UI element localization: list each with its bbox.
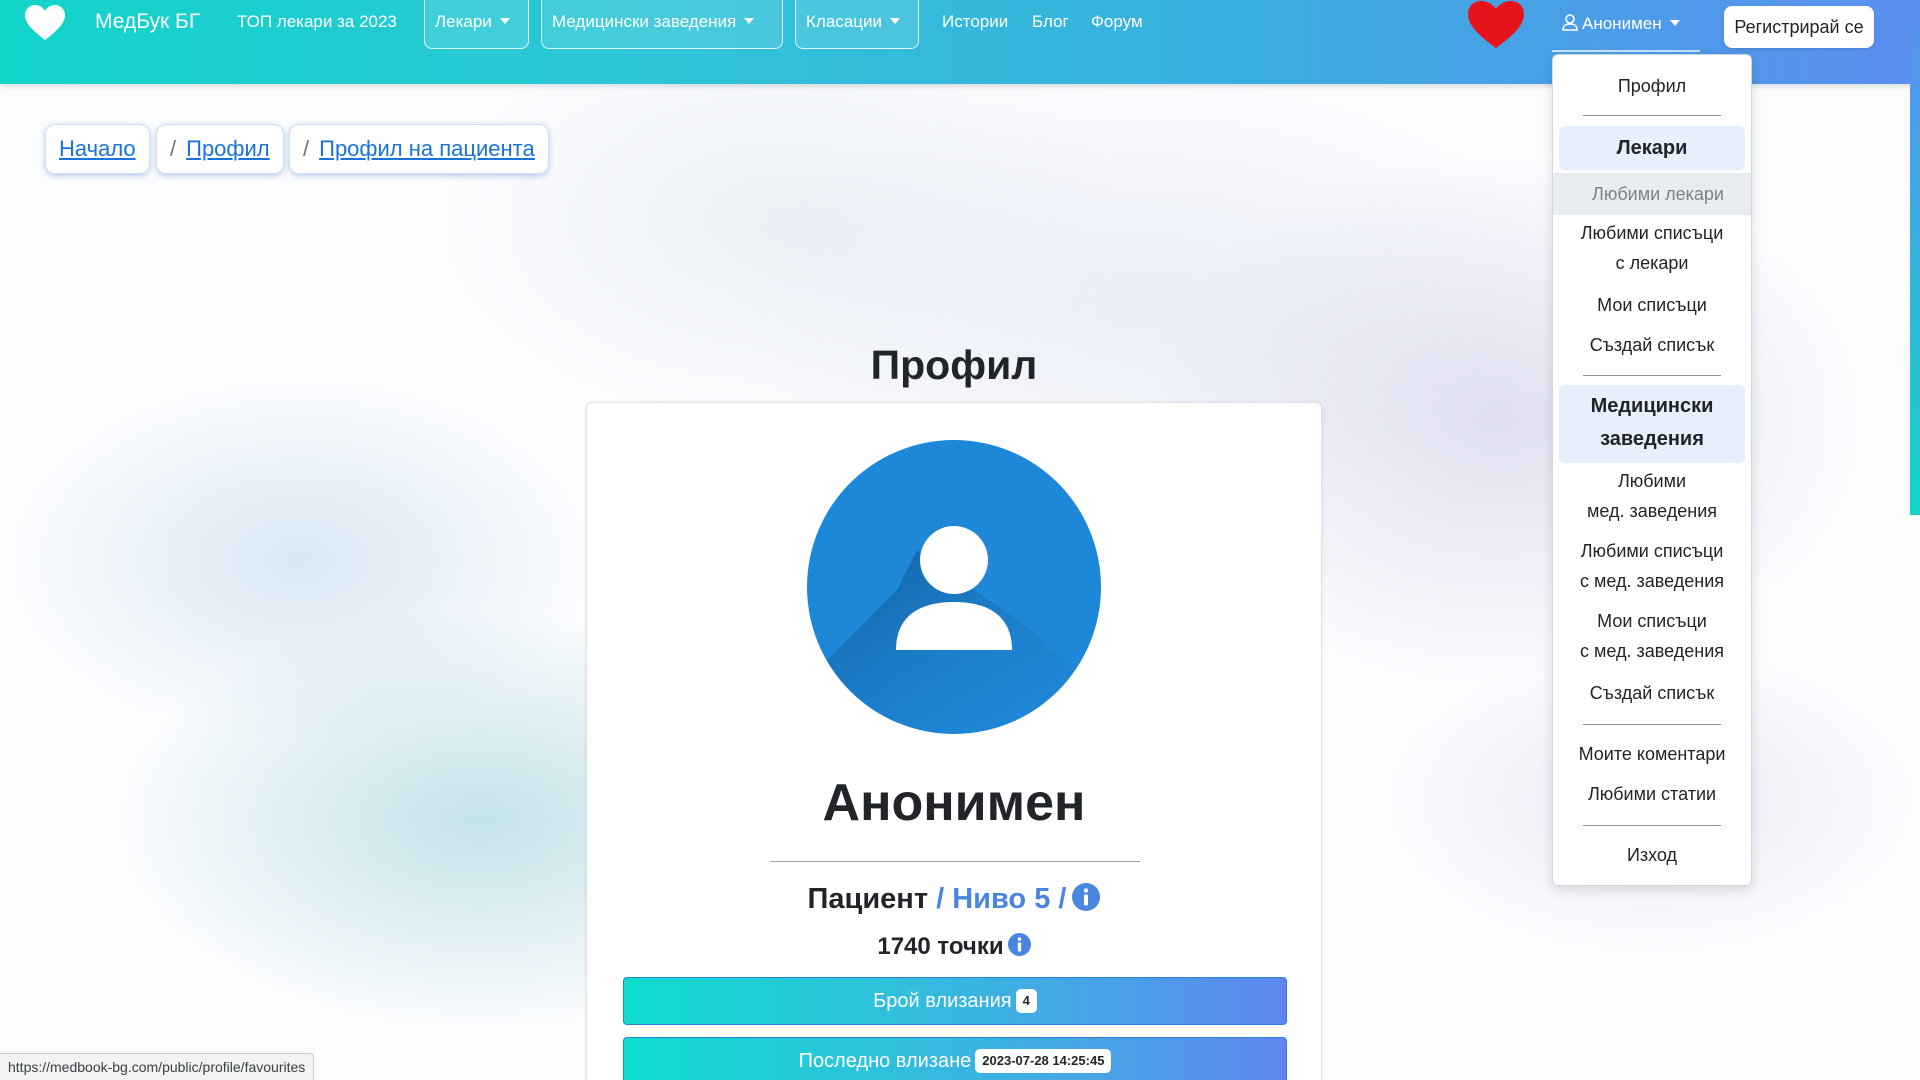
menu-divider <box>1583 724 1721 725</box>
menu-item-create-list[interactable]: Създай списък <box>1553 330 1751 360</box>
menu-header-line: заведения <box>1600 428 1704 450</box>
nav-facilities-dropdown[interactable]: Медицински заведения <box>541 0 783 49</box>
breadcrumb-home[interactable]: Начало <box>45 124 150 174</box>
menu-item-my-comments[interactable]: Моите коментари <box>1553 739 1751 769</box>
points-label: 1740 точки <box>877 933 1004 960</box>
nav-forum[interactable]: Форум <box>1091 12 1143 32</box>
nav-top-doctors[interactable]: ТОП лекари за 2023 <box>237 12 397 32</box>
chevron-down-icon <box>499 18 510 24</box>
breadcrumb-separator: / <box>170 136 177 161</box>
menu-divider <box>1583 115 1721 116</box>
profile-card: Анонимен Пациент / Ниво 5 / 1740 точки Б… <box>586 402 1322 1080</box>
brand-heart-icon[interactable] <box>24 4 66 42</box>
user-menu-toggle[interactable]: Анонимен <box>1552 0 1700 52</box>
breadcrumb-home-link[interactable]: Начало <box>59 136 136 161</box>
menu-item-favorite-facilities[interactable]: Любими мед. заведения <box>1553 466 1751 526</box>
chevron-down-icon <box>1669 20 1680 26</box>
logins-badge: 4 <box>1015 989 1037 1013</box>
menu-header-line: Медицински <box>1590 395 1714 417</box>
menu-item-logout[interactable]: Изход <box>1553 840 1751 870</box>
breadcrumb-profile[interactable]: / Профил <box>156 124 284 174</box>
role-level-line: Пациент / Ниво 5 / <box>587 883 1321 916</box>
menu-header-doctors: Лекари <box>1559 126 1745 170</box>
breadcrumb-separator: / <box>303 136 310 161</box>
nav-facilities-label: Медицински заведения <box>552 12 737 31</box>
menu-item-favorite-facility-lists[interactable]: Любими списъци с мед. заведения <box>1553 536 1751 596</box>
menu-item-line: мед. заведения <box>1587 501 1717 521</box>
info-circle-icon[interactable] <box>1072 883 1101 911</box>
menu-item-favorite-articles[interactable]: Любими статии <box>1553 779 1751 809</box>
menu-item-line: с лекари <box>1615 253 1689 273</box>
user-name: Анонимен <box>822 774 1086 832</box>
user-menu-label: Анонимен <box>1582 14 1662 33</box>
nav-doctors-label: Лекари <box>435 12 492 31</box>
menu-header-facilities: Медицински заведения <box>1559 385 1745 463</box>
info-circle-icon[interactable] <box>1007 933 1031 956</box>
nav-rankings-label: Класации <box>806 12 882 31</box>
nav-blog[interactable]: Блог <box>1032 12 1069 32</box>
menu-divider <box>1583 375 1721 376</box>
menu-item-profile[interactable]: Профил <box>1553 71 1751 101</box>
scrollbar-track[interactable] <box>1910 0 1920 515</box>
breadcrumb-patient-profile[interactable]: / Профил на пациента <box>289 124 549 174</box>
brand-link[interactable]: МедБук БГ <box>95 10 200 34</box>
role-label: Пациент <box>807 883 929 915</box>
menu-item-line: Мои списъци <box>1597 611 1707 631</box>
menu-item-line: Любими списъци <box>1580 541 1724 561</box>
status-bar-url: https://medbook-bg.com/public/profile/fa… <box>0 1053 315 1080</box>
breadcrumb-profile-link[interactable]: Профил <box>186 136 270 161</box>
breadcrumb-patient-profile-link[interactable]: Профил на пациента <box>319 136 535 161</box>
nav-doctors-dropdown[interactable]: Лекари <box>424 0 529 49</box>
logins-count-bar: Брой влизания 4 <box>623 977 1287 1025</box>
last-login-label: Последно влизане <box>798 1050 972 1072</box>
menu-item-create-facility-list[interactable]: Създай списък <box>1553 678 1751 708</box>
menu-item-line: Любими списъци <box>1580 223 1724 243</box>
logins-label: Брой влизания <box>873 990 1012 1012</box>
nav-rankings-dropdown[interactable]: Класации <box>795 0 919 49</box>
user-avatar-icon <box>807 440 1101 734</box>
points-line: 1740 точки <box>587 933 1321 961</box>
menu-item-favorite-doctors-label: Любими лекари <box>1592 184 1724 204</box>
menu-item-line: с мед. заведения <box>1580 641 1724 661</box>
menu-item-line: с мед. заведения <box>1580 571 1724 591</box>
nav-stories[interactable]: Истории <box>942 12 1008 32</box>
favorites-heart-icon[interactable] <box>1466 0 1526 50</box>
chevron-down-icon <box>889 18 900 24</box>
user-dropdown-menu: Профил Лекари Любими лекари Любими списъ… <box>1552 54 1752 886</box>
menu-item-line: Любими <box>1617 471 1687 491</box>
divider <box>770 861 1140 862</box>
user-icon <box>1562 14 1578 31</box>
last-login-badge: 2023-07-28 14:25:45 <box>975 1049 1112 1073</box>
menu-item-favorite-doctors[interactable]: Любими лекари <box>1553 173 1751 215</box>
last-login-bar: Последно влизане 2023-07-28 14:25:45 <box>623 1037 1287 1080</box>
menu-item-my-lists[interactable]: Мои списъци <box>1553 290 1751 320</box>
menu-item-favorite-doctor-lists[interactable]: Любими списъци с лекари <box>1553 218 1751 278</box>
level-label: / Ниво 5 / <box>936 883 1067 915</box>
menu-divider <box>1583 825 1721 826</box>
menu-item-my-facility-lists[interactable]: Мои списъци с мед. заведения <box>1553 606 1751 666</box>
chevron-down-icon <box>744 18 755 24</box>
register-button[interactable]: Регистрирай се <box>1724 6 1874 48</box>
